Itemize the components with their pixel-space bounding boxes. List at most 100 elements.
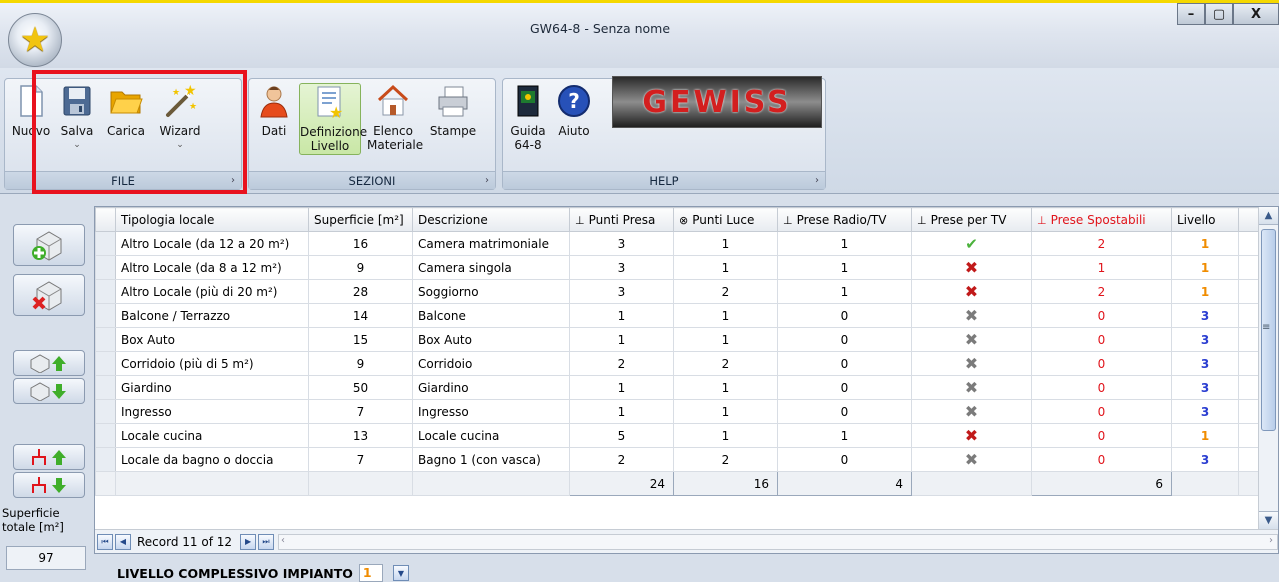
scroll-up-arrow-icon[interactable]: ▲	[1259, 207, 1278, 225]
cell-prese-radio-tv[interactable]: 0	[777, 447, 912, 472]
col-punti-presa[interactable]: ⊥ Punti Presa	[569, 207, 674, 232]
col-prese-per-tv[interactable]: ⊥ Prese per TV	[911, 207, 1032, 232]
cell-punti-presa[interactable]: 3	[569, 279, 674, 304]
cell-punti-presa[interactable]: 3	[569, 231, 674, 256]
table-row[interactable]: Altro Locale (più di 20 m²) 28 Soggiorno 3 2…	[95, 279, 1259, 304]
col-superficie[interactable]: Superficie [m²]	[308, 207, 413, 232]
cell-prese-radio-tv[interactable]: 0	[777, 375, 912, 400]
cell-spacer[interactable]	[1238, 447, 1259, 472]
cell-livello[interactable]: 1	[1171, 423, 1239, 448]
col-punti-luce[interactable]: ⊗ Punti Luce	[673, 207, 778, 232]
cell-punti-presa[interactable]: 3	[569, 255, 674, 280]
cell-prese-radio-tv[interactable]: 0	[777, 399, 912, 424]
cell-tipologia[interactable]: Altro Locale (più di 20 m²)	[115, 279, 309, 304]
cell-punti-presa[interactable]: 2	[569, 351, 674, 376]
cell-punti-luce[interactable]: 1	[673, 375, 778, 400]
cell-prese-spostabili[interactable]: 0	[1031, 399, 1172, 424]
cell-prese-per-tv[interactable]: ✖	[911, 423, 1032, 448]
row-selector[interactable]	[95, 255, 116, 280]
cell-livello[interactable]: 3	[1171, 399, 1239, 424]
cell-tipologia[interactable]: Box Auto	[115, 327, 309, 352]
cell-prese-per-tv[interactable]: ✖	[911, 279, 1032, 304]
cell-punti-luce[interactable]: 1	[673, 399, 778, 424]
add-room-button[interactable]	[13, 224, 85, 266]
aiuto-button[interactable]: ? Aiuto	[555, 83, 593, 138]
remove-room-button[interactable]	[13, 274, 85, 316]
cell-descrizione[interactable]: Ingresso	[412, 399, 570, 424]
cell-descrizione[interactable]: Box Auto	[412, 327, 570, 352]
row-selector[interactable]	[95, 303, 116, 328]
stampe-button[interactable]: Stampe	[427, 83, 479, 138]
dialog-launcher-icon[interactable]: ›	[815, 172, 819, 190]
last-record-icon[interactable]: ⏭	[258, 533, 275, 550]
col-prese-radio-tv[interactable]: ⊥ Prese Radio/TV	[777, 207, 912, 232]
cell-superficie[interactable]: 9	[308, 351, 413, 376]
cell-prese-radio-tv[interactable]: 1	[777, 231, 912, 256]
cell-punti-luce[interactable]: 2	[673, 279, 778, 304]
table-row[interactable]: Box Auto 15 Box Auto 1 1 0 ✖ 0 3	[95, 327, 1259, 352]
cell-superficie[interactable]: 7	[308, 399, 413, 424]
first-record-icon[interactable]: ⏮	[97, 533, 113, 550]
scroll-down-arrow-icon[interactable]: ▼	[1259, 511, 1278, 529]
cell-descrizione[interactable]: Giardino	[412, 375, 570, 400]
cell-punti-luce[interactable]: 1	[673, 303, 778, 328]
cell-punti-luce[interactable]: 2	[673, 351, 778, 376]
cell-tipologia[interactable]: Balcone / Terrazzo	[115, 303, 309, 328]
move-room-down-button[interactable]	[13, 378, 85, 404]
cell-punti-luce[interactable]: 1	[673, 327, 778, 352]
cell-superficie[interactable]: 50	[308, 375, 413, 400]
move-room-up-button[interactable]	[13, 350, 85, 376]
cell-prese-per-tv[interactable]: ✖	[911, 375, 1032, 400]
cell-superficie[interactable]: 15	[308, 327, 413, 352]
cell-prese-spostabili[interactable]: 0	[1031, 447, 1172, 472]
cell-descrizione[interactable]: Balcone	[412, 303, 570, 328]
cell-punti-luce[interactable]: 1	[673, 255, 778, 280]
cell-prese-spostabili[interactable]: 0	[1031, 351, 1172, 376]
socket-up-button[interactable]	[13, 444, 85, 470]
cell-spacer[interactable]	[1238, 375, 1259, 400]
cell-prese-radio-tv[interactable]: 1	[777, 255, 912, 280]
scroll-right-arrow-icon[interactable]: ›	[1269, 535, 1273, 546]
cell-prese-radio-tv[interactable]: 0	[777, 327, 912, 352]
row-selector[interactable]	[95, 375, 116, 400]
cell-tipologia[interactable]: Locale da bagno o doccia	[115, 447, 309, 472]
cell-tipologia[interactable]: Altro Locale (da 8 a 12 m²)	[115, 255, 309, 280]
cell-spacer[interactable]	[1238, 255, 1259, 280]
table-row[interactable]: Corridoio (più di 5 m²) 9 Corridoio 2 2 0 ✖ 0 3	[95, 351, 1259, 376]
cell-livello[interactable]: 3	[1171, 327, 1239, 352]
col-prese-spostabili[interactable]: ⊥ Prese Spostabili	[1031, 207, 1172, 232]
cell-superficie[interactable]: 7	[308, 447, 413, 472]
cell-descrizione[interactable]: Corridoio	[412, 351, 570, 376]
cell-prese-per-tv[interactable]: ✖	[911, 447, 1032, 472]
cell-spacer[interactable]	[1238, 327, 1259, 352]
cell-superficie[interactable]: 16	[308, 231, 413, 256]
cell-prese-spostabili[interactable]: 1	[1031, 255, 1172, 280]
col-tipologia[interactable]: Tipologia locale	[115, 207, 309, 232]
table-row[interactable]: Giardino 50 Giardino 1 1 0 ✖ 0 3	[95, 375, 1259, 400]
prev-record-icon[interactable]: ◀	[115, 533, 131, 550]
dati-button[interactable]: Dati	[255, 83, 293, 138]
row-selector[interactable]	[95, 279, 116, 304]
cell-spacer[interactable]	[1238, 351, 1259, 376]
cell-livello[interactable]: 1	[1171, 279, 1239, 304]
row-selector[interactable]	[95, 399, 116, 424]
cell-prese-per-tv[interactable]: ✖	[911, 327, 1032, 352]
cell-spacer[interactable]	[1238, 279, 1259, 304]
horizontal-scrollbar[interactable]: ‹ ›	[278, 533, 1278, 550]
cell-descrizione[interactable]: Soggiorno	[412, 279, 570, 304]
elenco-materiale-button[interactable]: Elenco Materiale	[367, 83, 423, 152]
cell-prese-spostabili[interactable]: 0	[1031, 375, 1172, 400]
cell-livello[interactable]: 3	[1171, 447, 1239, 472]
chevron-down-icon[interactable]: ▼	[392, 565, 409, 581]
cell-spacer[interactable]	[1238, 231, 1259, 256]
next-record-icon[interactable]: ▶	[240, 533, 257, 550]
col-descrizione[interactable]: Descrizione	[412, 207, 570, 232]
cell-prese-radio-tv[interactable]: 1	[777, 279, 912, 304]
cell-livello[interactable]: 1	[1171, 255, 1239, 280]
cell-prese-spostabili[interactable]: 0	[1031, 327, 1172, 352]
row-selector[interactable]	[95, 447, 116, 472]
vertical-scrollbar[interactable]: ▲ ≡ ▼	[1258, 207, 1278, 529]
table-row[interactable]: Balcone / Terrazzo 14 Balcone 1 1 0 ✖ 0 3	[95, 303, 1259, 328]
dialog-launcher-icon[interactable]: ›	[485, 172, 489, 190]
cell-punti-luce[interactable]: 1	[673, 423, 778, 448]
